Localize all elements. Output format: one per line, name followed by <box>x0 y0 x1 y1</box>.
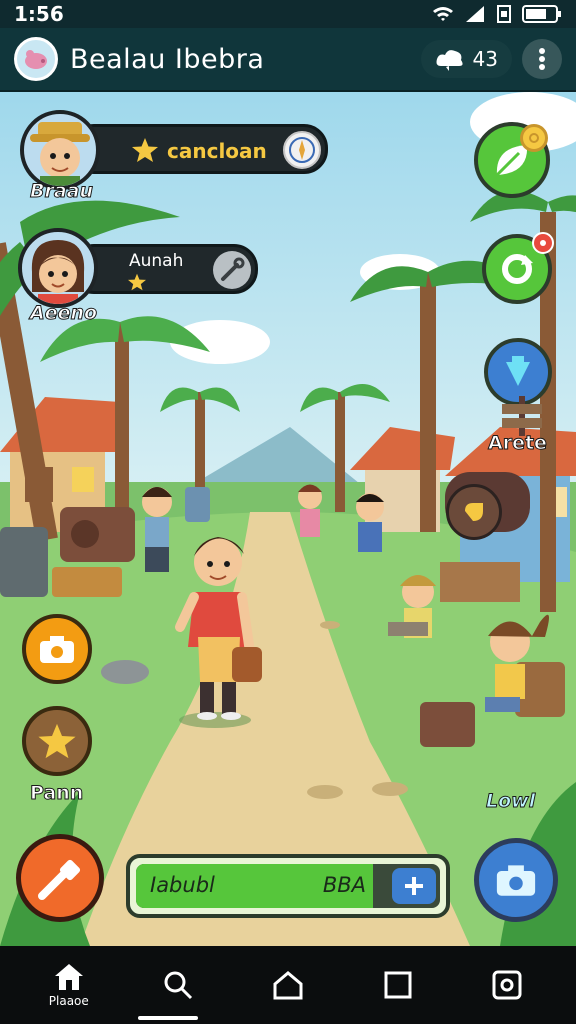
player-name-1: Braau <box>29 180 94 203</box>
cloud-icon <box>436 50 463 71</box>
progress-track: Iabubl BBA <box>136 864 440 908</box>
brush-icon <box>38 859 81 900</box>
home-indicator <box>138 1016 198 1020</box>
camera-icon <box>40 636 74 663</box>
battery-icon <box>522 5 561 23</box>
quest-banner-1[interactable]: cancloan <box>70 124 328 174</box>
more-vertical-icon <box>539 48 545 70</box>
pig-icon <box>25 50 47 69</box>
player-name-2: Aeeno <box>29 302 98 325</box>
signpost-icon <box>502 396 542 436</box>
progress-value: BBA <box>322 873 366 897</box>
status-icons <box>432 5 562 23</box>
arete-label: Arete <box>488 432 548 455</box>
star-icon <box>128 273 146 291</box>
camera-icon <box>496 865 536 896</box>
quest-banner-2[interactable]: Aunah <box>70 244 258 294</box>
compass-button[interactable] <box>283 131 321 169</box>
nav-square[interactable] <box>368 971 428 999</box>
lowl-label: Lowl <box>485 790 536 813</box>
player-avatar-1[interactable] <box>20 110 100 190</box>
nav-gallery[interactable] <box>477 970 537 1000</box>
avatar-girl-icon <box>31 240 85 304</box>
status-time: 1:56 <box>14 2 64 26</box>
bottom-nav: Plaaoe <box>0 946 576 1024</box>
plus-icon <box>405 877 423 895</box>
quest-label-2: Aunah <box>129 251 184 271</box>
progress-panel[interactable]: Iabubl BBA <box>126 854 450 918</box>
nav-search[interactable] <box>148 970 208 1000</box>
nav-home[interactable]: Plaaoe <box>39 962 99 1008</box>
arrow-down-icon <box>506 356 530 386</box>
camera-button[interactable] <box>22 614 92 684</box>
tool-button[interactable] <box>213 251 251 289</box>
home-icon <box>54 964 83 990</box>
lever-button[interactable] <box>446 484 502 540</box>
gold-coin-badge <box>520 124 548 152</box>
app-title: Bealau Ibebra <box>70 43 265 75</box>
compass-icon <box>289 137 315 163</box>
status-bar: 1:56 <box>0 0 576 28</box>
achievements-button[interactable] <box>22 706 92 776</box>
hand-icon <box>465 503 483 521</box>
gallery-icon <box>492 970 522 1000</box>
game-scene: cancloan Braau Aunah Aeeno Arete Pann Lo… <box>0 92 576 946</box>
progress-label: Iabubl <box>150 873 215 897</box>
pann-label: Pann <box>29 782 84 805</box>
currency-display[interactable]: 43 <box>420 40 512 78</box>
currency-value: 43 <box>472 47 498 71</box>
app-bar: Bealau Ibebra 43 <box>0 28 576 92</box>
alert-dot-icon <box>540 240 546 246</box>
house-outline-icon <box>273 971 303 1000</box>
star-icon <box>132 138 158 162</box>
wrench-icon <box>221 257 245 281</box>
quest-label-1: cancloan <box>167 139 267 163</box>
refresh-icon <box>502 254 533 284</box>
signal-icon <box>466 6 484 22</box>
app-logo[interactable] <box>14 37 58 81</box>
build-button[interactable] <box>16 834 104 922</box>
add-progress-button[interactable] <box>392 868 436 904</box>
search-icon <box>164 971 193 1000</box>
sim-icon <box>497 5 511 23</box>
player-avatar-2[interactable] <box>18 228 98 308</box>
coin-icon <box>529 133 539 143</box>
photo-button[interactable] <box>474 838 558 922</box>
game-screen: 1:56 Bealau Ibebra 43 cancloan Braau Aun… <box>0 0 576 1024</box>
avatar-hat-boy-icon <box>30 122 90 186</box>
wifi-icon <box>433 7 453 21</box>
notification-badge <box>532 232 554 254</box>
nav-house[interactable] <box>258 970 318 1000</box>
nav-home-label: Plaaoe <box>48 994 89 1008</box>
more-menu-button[interactable] <box>522 39 562 79</box>
square-icon <box>384 971 412 999</box>
star-icon <box>38 723 76 759</box>
